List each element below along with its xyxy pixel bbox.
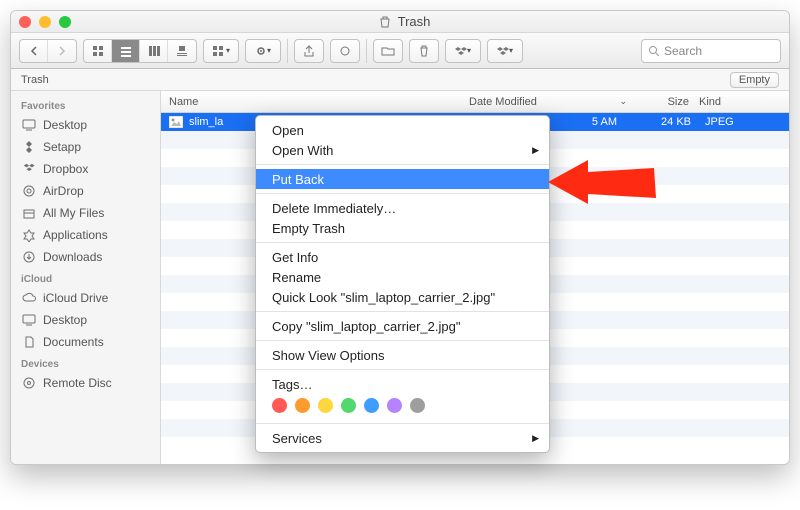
sidebar-item-label: Documents — [43, 335, 104, 349]
menu-get-info[interactable]: Get Info — [256, 247, 549, 267]
sidebar-item-label: Applications — [43, 228, 108, 242]
col-size[interactable]: Size — [637, 96, 699, 108]
col-name[interactable]: Name — [169, 96, 469, 108]
share-button[interactable] — [295, 40, 323, 62]
sidebar-group-head: iCloud — [11, 268, 160, 287]
col-date[interactable]: Date Modified⌄ — [469, 96, 637, 108]
sidebar-item[interactable]: iCloud Drive — [11, 287, 160, 309]
sidebar-group-head: Favorites — [11, 95, 160, 114]
location-title: Trash — [21, 74, 49, 86]
new-folder-button[interactable] — [374, 40, 402, 62]
downloads-icon — [21, 249, 37, 265]
sidebar-group-head: Devices — [11, 353, 160, 372]
context-menu: Open Open With Put Back Delete Immediate… — [255, 115, 550, 453]
menu-delete-immediately[interactable]: Delete Immediately… — [256, 198, 549, 218]
menu-tags[interactable]: Tags… — [256, 374, 549, 394]
sidebar-item[interactable]: Setapp — [11, 136, 160, 158]
traffic-lights[interactable] — [19, 16, 71, 28]
close-icon[interactable] — [19, 16, 31, 28]
forward-button[interactable] — [48, 40, 76, 62]
sidebar-item-label: Setapp — [43, 140, 81, 154]
path-bar: Trash Empty — [11, 69, 789, 91]
sidebar-item[interactable]: Downloads — [11, 246, 160, 268]
action-button[interactable]: ▾ — [246, 40, 280, 62]
titlebar: Trash — [11, 11, 789, 33]
tag-color[interactable] — [387, 398, 402, 413]
setapp-icon — [21, 139, 37, 155]
apps-icon — [21, 227, 37, 243]
tag-button[interactable] — [331, 40, 359, 62]
dropbox-button[interactable]: ▾ — [446, 40, 480, 62]
arrange-button[interactable]: ▾ — [204, 40, 238, 62]
icon-view-button[interactable] — [84, 40, 112, 62]
column-view-button[interactable] — [140, 40, 168, 62]
trash-icon — [378, 15, 392, 29]
menu-rename[interactable]: Rename — [256, 267, 549, 287]
menu-services[interactable]: Services — [256, 428, 549, 448]
delete-button[interactable] — [410, 40, 438, 62]
tag-color[interactable] — [272, 398, 287, 413]
sidebar-item-label: Dropbox — [43, 162, 88, 176]
monitor-icon — [21, 117, 37, 133]
image-file-icon — [169, 116, 183, 128]
menu-empty-trash[interactable]: Empty Trash — [256, 218, 549, 238]
menu-quick-look[interactable]: Quick Look "slim_laptop_carrier_2.jpg" — [256, 287, 549, 307]
tag-colors-row — [256, 394, 549, 419]
sidebar-item[interactable]: Remote Disc — [11, 372, 160, 394]
minimize-icon[interactable] — [39, 16, 51, 28]
menu-open-with[interactable]: Open With — [256, 140, 549, 160]
sidebar-item-label: Desktop — [43, 313, 87, 327]
sidebar-item[interactable]: AirDrop — [11, 180, 160, 202]
empty-button[interactable]: Empty — [730, 72, 779, 88]
menu-open[interactable]: Open — [256, 120, 549, 140]
tag-color[interactable] — [295, 398, 310, 413]
list-view-button[interactable] — [112, 40, 140, 62]
monitor-icon — [21, 312, 37, 328]
zoom-icon[interactable] — [59, 16, 71, 28]
sidebar-item[interactable]: Documents — [11, 331, 160, 353]
column-headers[interactable]: Name Date Modified⌄ Size Kind — [161, 91, 789, 113]
sidebar-item-label: Remote Disc — [43, 376, 112, 390]
sidebar-item-label: All My Files — [43, 206, 104, 220]
allfiles-icon — [21, 205, 37, 221]
disc-icon — [21, 375, 37, 391]
docs-icon — [21, 334, 37, 350]
sidebar-item-label: Desktop — [43, 118, 87, 132]
sidebar-item-label: iCloud Drive — [43, 291, 108, 305]
tag-color[interactable] — [341, 398, 356, 413]
menu-show-view-options[interactable]: Show View Options — [256, 345, 549, 365]
coverflow-view-button[interactable] — [168, 40, 196, 62]
tag-color[interactable] — [318, 398, 333, 413]
tag-color[interactable] — [364, 398, 379, 413]
sidebar-item[interactable]: Applications — [11, 224, 160, 246]
gear-icon — [255, 45, 267, 57]
cloud-icon — [21, 290, 37, 306]
menu-put-back[interactable]: Put Back — [256, 169, 549, 189]
sidebar-item[interactable]: All My Files — [11, 202, 160, 224]
col-kind[interactable]: Kind — [699, 96, 749, 108]
sidebar-item-label: Downloads — [43, 250, 102, 264]
airdrop-icon — [21, 183, 37, 199]
chevron-down-icon: ⌄ — [619, 96, 627, 107]
sidebar-item-label: AirDrop — [43, 184, 84, 198]
view-buttons[interactable] — [83, 39, 197, 63]
dropbox-icon — [21, 161, 37, 177]
sidebar-item[interactable]: Desktop — [11, 114, 160, 136]
sidebar-item[interactable]: Dropbox — [11, 158, 160, 180]
search-icon — [648, 45, 660, 57]
toolbar: ▾ ▾ ▾ ▾ Search — [11, 33, 789, 69]
sidebar: Favorites Desktop Setapp Dropbox AirDrop All … — [11, 91, 161, 464]
back-button[interactable] — [20, 40, 48, 62]
nav-buttons[interactable] — [19, 39, 77, 63]
sidebar-item[interactable]: Desktop — [11, 309, 160, 331]
search-input[interactable]: Search — [641, 39, 781, 63]
menu-copy[interactable]: Copy "slim_laptop_carrier_2.jpg" — [256, 316, 549, 336]
window-title: Trash — [71, 14, 737, 29]
tag-color[interactable] — [410, 398, 425, 413]
dropbox-share-button[interactable]: ▾ — [488, 40, 522, 62]
